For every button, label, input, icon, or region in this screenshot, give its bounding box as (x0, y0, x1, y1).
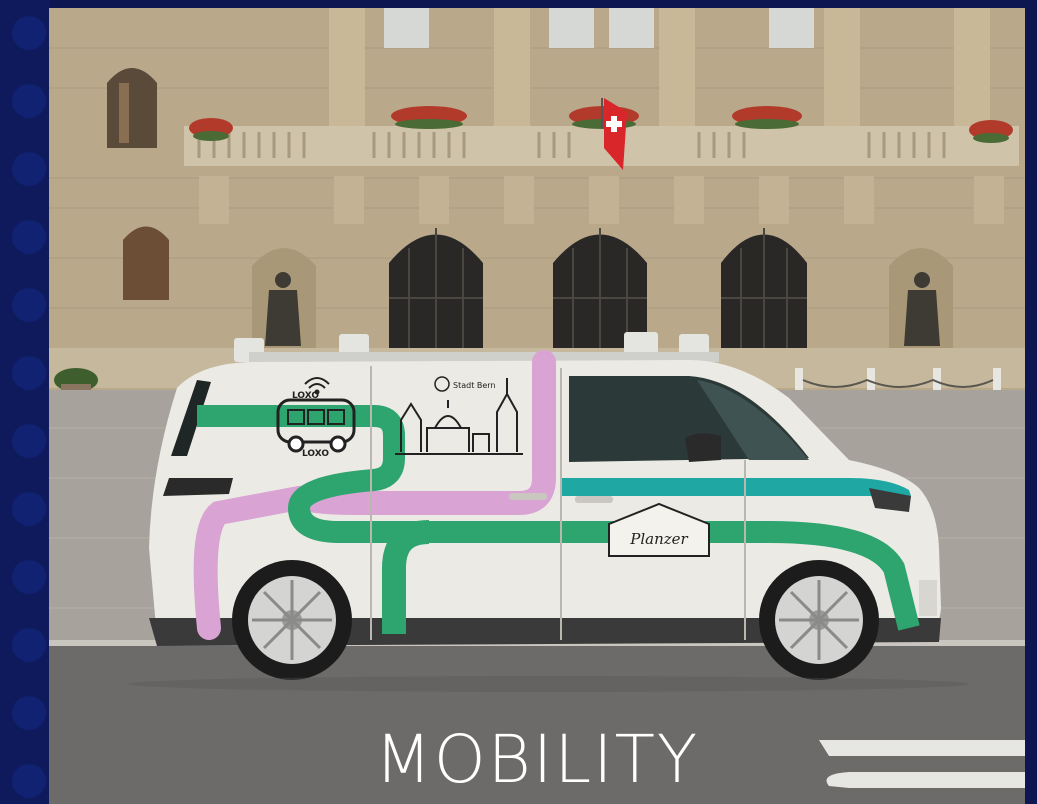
front-wheel (759, 560, 879, 680)
van-photo: LOXO LOXO Stadt Bern Planzer (49, 8, 1025, 804)
planzer-label: Planzer (629, 530, 688, 548)
decorative-dot-strip (0, 0, 50, 804)
stadt-bern-label: Stadt Bern (453, 381, 496, 390)
loxo-label-bottom: LOXO (302, 449, 329, 459)
mobility-caption: MOBILITY (374, 721, 700, 798)
rear-wheel (232, 560, 352, 680)
frame-right-edge (1025, 0, 1037, 804)
